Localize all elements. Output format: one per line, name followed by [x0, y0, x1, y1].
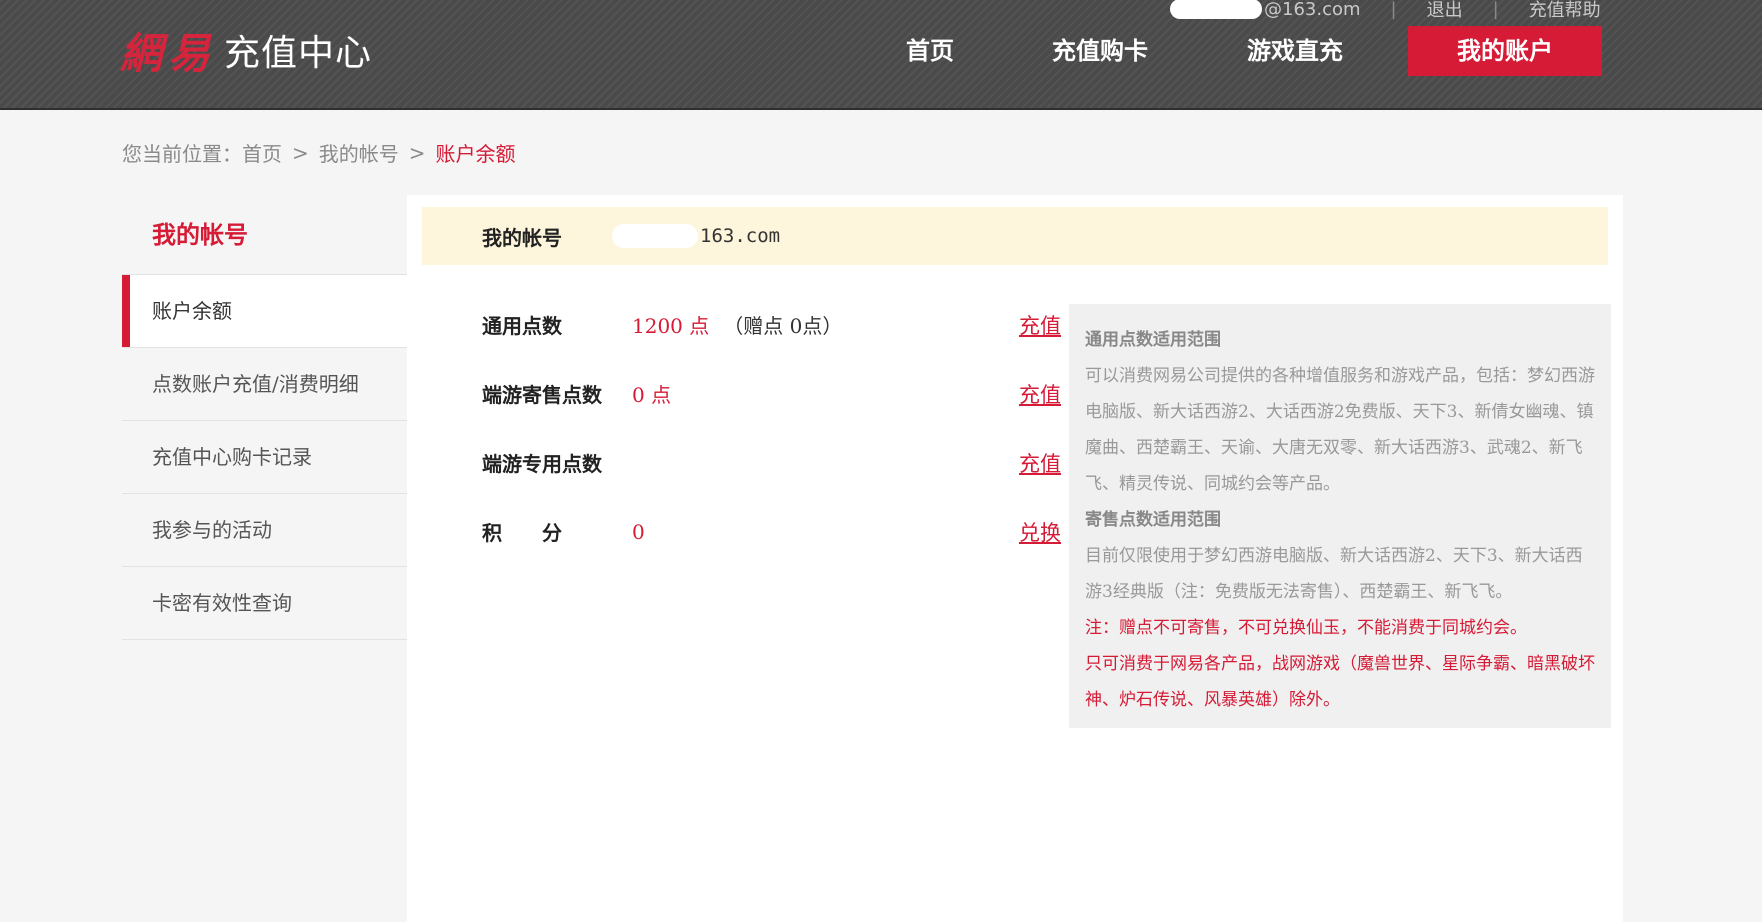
nav-home[interactable]: 首页: [860, 26, 1000, 76]
help-link[interactable]: 充值帮助: [1529, 0, 1601, 22]
account-label: 我的帐号: [482, 225, 562, 250]
sidebar-item-balance[interactable]: 账户余额: [122, 275, 407, 348]
balance-row-consign: 端游寄售点数 0 点 充值: [482, 359, 1082, 428]
info-heading: 通用点数适用范围: [1085, 330, 1221, 350]
account-suffix: 163.com: [700, 225, 781, 247]
info-note: 只可消费于网易各产品，战网游戏（魔兽世界、星际争霸、暗黑破坏神、炉石传说、风暴英…: [1085, 654, 1595, 710]
breadcrumb-home[interactable]: 首页: [242, 138, 282, 167]
user-email: @163.com: [1264, 0, 1361, 20]
logo-brand: 網易: [120, 28, 217, 78]
exchange-link[interactable]: 兑换: [1019, 517, 1061, 547]
redacted-username: [1170, 0, 1262, 19]
recharge-link[interactable]: 充值: [1019, 448, 1061, 478]
sidebar-title: 我的帐号: [122, 195, 407, 275]
balance-value: 1200 点: [632, 314, 710, 338]
bonus-points: （赠点 0点）: [723, 314, 843, 338]
balance-label: 通用点数: [482, 314, 562, 338]
breadcrumb-my-account[interactable]: 我的帐号: [319, 138, 399, 167]
balance-label: 端游寄售点数: [482, 383, 602, 407]
recharge-link[interactable]: 充值: [1019, 310, 1061, 340]
balance-row-dedicated: 端游专用点数 充值: [482, 428, 1082, 497]
top-header: 網易 充值中心 @163.com | 退出 | 充值帮助 首页 充值购卡 游戏直…: [0, 0, 1762, 110]
logo-subtitle: 充值中心: [224, 33, 373, 74]
sidebar-item-card-records[interactable]: 充值中心购卡记录: [122, 421, 407, 494]
nav-buy-card[interactable]: 充值购卡: [1000, 26, 1200, 76]
sidebar-item-points-detail[interactable]: 点数账户充值/消费明细: [122, 348, 407, 421]
balance-label: 端游专用点数: [482, 452, 602, 476]
main-nav: 首页 充值购卡 游戏直充 我的账户: [860, 26, 1602, 76]
breadcrumb-prefix: 您当前位置：: [122, 142, 242, 166]
divider: |: [1492, 0, 1499, 20]
main-panel: 我的帐号 163.com 通用点数 1200 点 （赠点 0点） 充值 端游寄售…: [407, 195, 1623, 922]
balance-row-score: 积 分 0 兑换: [482, 497, 1082, 566]
balance-value: 0 点: [632, 383, 672, 407]
sidebar-item-card-check[interactable]: 卡密有效性查询: [122, 567, 407, 640]
info-text: 可以消费网易公司提供的各种增值服务和游戏产品，包括：梦幻西游电脑版、新大话西游2…: [1085, 366, 1595, 494]
breadcrumb-current: 账户余额: [435, 142, 516, 166]
account-bar: 我的帐号 163.com: [422, 207, 1608, 265]
info-text: 目前仅限使用于梦幻西游电脑版、新大话西游2、天下3、新大话西游3经典版（注：免费…: [1085, 546, 1583, 602]
recharge-link[interactable]: 充值: [1019, 379, 1061, 409]
breadcrumb-separator: >: [408, 140, 426, 165]
balance-list: 通用点数 1200 点 （赠点 0点） 充值 端游寄售点数 0 点 充值 端游专…: [482, 290, 1082, 566]
breadcrumb-separator: >: [292, 140, 309, 165]
info-note: 注：赠点不可寄售，不可兑换仙玉，不能消费于同城约会。: [1085, 618, 1527, 638]
balance-row-general: 通用点数 1200 点 （赠点 0点） 充值: [482, 290, 1082, 359]
site-logo[interactable]: 網易 充值中心: [120, 22, 372, 78]
info-heading: 寄售点数适用范围: [1085, 510, 1221, 530]
logout-link[interactable]: 退出: [1427, 0, 1463, 22]
balance-label: 积 分: [482, 521, 562, 545]
top-links: @163.com | 退出 | 充值帮助: [1170, 0, 1601, 21]
redacted-account: [612, 224, 698, 248]
sidebar-item-activities[interactable]: 我参与的活动: [122, 494, 407, 567]
account-value: 163.com: [612, 224, 780, 248]
info-box: 通用点数适用范围 可以消费网易公司提供的各种增值服务和游戏产品，包括：梦幻西游电…: [1069, 304, 1611, 728]
nav-my-account[interactable]: 我的账户: [1408, 26, 1602, 76]
balance-value: 0: [632, 519, 645, 544]
breadcrumb: 您当前位置： 首页 > 我的帐号 > 账户余额: [122, 138, 516, 167]
sidebar: 我的帐号 账户余额 点数账户充值/消费明细 充值中心购卡记录 我参与的活动 卡密…: [122, 195, 407, 640]
nav-game-recharge[interactable]: 游戏直充: [1200, 26, 1390, 76]
divider: |: [1390, 0, 1397, 20]
